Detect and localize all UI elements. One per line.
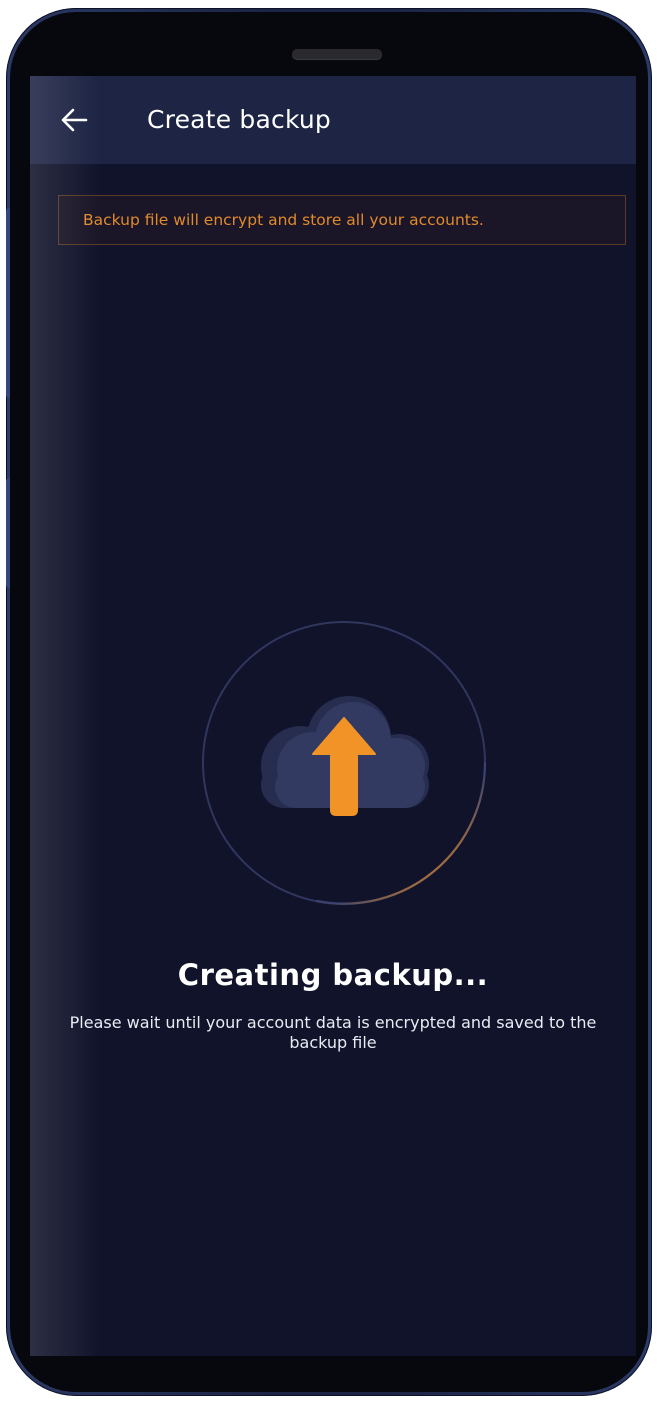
status-description: Please wait until your account data is e…: [69, 1013, 597, 1052]
info-banner-text: Backup file will encrypt and store all y…: [83, 211, 484, 229]
back-button[interactable]: [60, 106, 88, 134]
phone-frame: Create backup Backup file will encrypt a…: [6, 8, 652, 1396]
app-bar: Create backup: [30, 76, 636, 164]
arrow-left-icon: [61, 108, 88, 132]
cloud-upload-icon: [261, 696, 429, 816]
info-banner: Backup file will encrypt and store all y…: [58, 195, 626, 245]
page-title: Create backup: [147, 105, 331, 134]
speaker-grille: [292, 49, 382, 59]
status-title: Creating backup...: [177, 958, 489, 992]
app-screen: Create backup Backup file will encrypt a…: [30, 76, 636, 1356]
phone-bezel: Create backup Backup file will encrypt a…: [10, 12, 648, 1392]
